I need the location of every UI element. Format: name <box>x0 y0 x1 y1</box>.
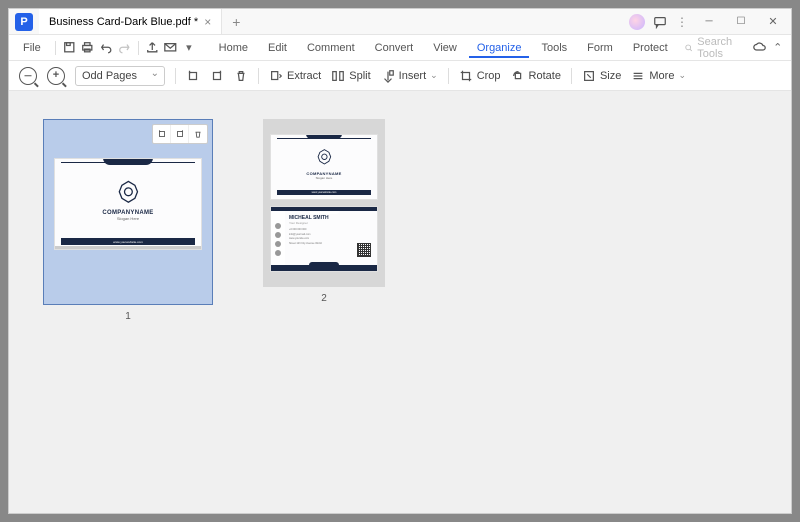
share-icon[interactable] <box>145 39 160 57</box>
size-label: Size <box>600 70 621 82</box>
page-thumbnails-area: COMPANYNAME Slogan Here www.yourwebsite.… <box>9 91 791 513</box>
company-slogan: Slogan Here <box>102 216 153 221</box>
page-rotate-left-icon[interactable] <box>153 125 171 143</box>
rotate-left-button[interactable] <box>186 69 200 83</box>
page-tools-overlay <box>152 124 208 144</box>
minimize-button[interactable]: ─ <box>697 12 721 32</box>
zoom-in-button[interactable] <box>47 67 65 85</box>
delete-button[interactable] <box>234 69 248 83</box>
card-front-large: COMPANYNAME Slogan Here www.yourwebsite.… <box>54 158 202 250</box>
insert-button[interactable]: Insert⌄ <box>381 69 438 83</box>
split-button[interactable]: Split <box>331 69 370 83</box>
extract-button[interactable]: Extract <box>269 69 321 83</box>
phone-icon <box>275 223 281 229</box>
app-window: P Business Card-Dark Blue.pdf * × + ⋮ ─ … <box>8 8 792 514</box>
kebab-menu-icon[interactable]: ⋮ <box>675 15 689 29</box>
menu-edit[interactable]: Edit <box>260 38 295 58</box>
tab-title: Business Card-Dark Blue.pdf * <box>49 16 198 28</box>
menu-protect[interactable]: Protect <box>625 38 676 58</box>
split-label: Split <box>349 70 370 82</box>
page-2-wrap: COMPANYNAME Slogan Here www.yourwebsite.… <box>263 119 385 304</box>
page-filter-value: Odd Pages <box>82 70 137 82</box>
more-label: More <box>649 70 674 82</box>
location-icon <box>275 250 281 256</box>
more-button[interactable]: More⌄ <box>631 69 686 83</box>
menu-convert[interactable]: Convert <box>367 38 422 58</box>
extract-label: Extract <box>287 70 321 82</box>
close-tab-icon[interactable]: × <box>204 15 211 29</box>
size-button[interactable]: Size <box>582 69 621 83</box>
file-menu[interactable]: File <box>15 38 49 58</box>
cloud-icon[interactable] <box>752 39 767 57</box>
ai-sparkle-icon[interactable] <box>629 14 645 30</box>
page-2-thumbnail[interactable]: COMPANYNAME Slogan Here www.yourwebsite.… <box>263 119 385 287</box>
page-1-thumbnail[interactable]: COMPANYNAME Slogan Here www.yourwebsite.… <box>43 119 213 305</box>
page-1-wrap: COMPANYNAME Slogan Here www.yourwebsite.… <box>43 119 213 322</box>
page-delete-icon[interactable] <box>189 125 207 143</box>
page-rotate-right-icon[interactable] <box>171 125 189 143</box>
phone-text: +0 000 000 000 <box>289 228 373 231</box>
document-tab[interactable]: Business Card-Dark Blue.pdf * × <box>39 9 222 34</box>
expand-icon[interactable]: ⌃ <box>770 39 785 57</box>
page-1-number: 1 <box>125 311 131 322</box>
email-card-icon <box>275 232 281 238</box>
email-text: info@yourmail.com <box>289 233 373 236</box>
organize-toolbar: Odd Pages Extract Split Insert⌄ Crop Rot… <box>9 61 791 91</box>
menu-home[interactable]: Home <box>211 38 256 58</box>
new-tab-button[interactable]: + <box>222 14 250 30</box>
card-website: www.yourwebsite.com <box>61 238 195 245</box>
crop-button[interactable]: Crop <box>459 69 501 83</box>
menubar: File ▾ Home Edit Comment Convert View Or… <box>9 35 791 61</box>
card-website-small: www.yourwebsite.com <box>277 190 371 195</box>
search-placeholder: Search Tools <box>697 36 748 60</box>
dropdown-icon[interactable]: ▾ <box>182 39 197 57</box>
web-text: www.yoursite.com <box>289 237 373 240</box>
maximize-button[interactable]: ☐ <box>729 12 753 32</box>
save-icon[interactable] <box>62 39 77 57</box>
insert-label: Insert <box>399 70 427 82</box>
email-icon[interactable] <box>163 39 178 57</box>
web-icon <box>275 241 281 247</box>
menu-comment[interactable]: Comment <box>299 38 363 58</box>
page-filter-dropdown[interactable]: Odd Pages <box>75 66 165 86</box>
crop-label: Crop <box>477 70 501 82</box>
rotate-right-button[interactable] <box>210 69 224 83</box>
titlebar: P Business Card-Dark Blue.pdf * × + ⋮ ─ … <box>9 9 791 35</box>
menu-form[interactable]: Form <box>579 38 621 58</box>
menu-view[interactable]: View <box>425 38 465 58</box>
search-tools[interactable]: Search Tools <box>684 36 748 60</box>
page-2-number: 2 <box>321 293 327 304</box>
rotate-button[interactable]: Rotate <box>511 69 561 83</box>
redo-icon[interactable] <box>117 39 132 57</box>
undo-icon[interactable] <box>99 39 114 57</box>
person-role: Your Designer <box>289 221 373 225</box>
rotate-label: Rotate <box>529 70 561 82</box>
chat-icon[interactable] <box>653 15 667 29</box>
zoom-out-button[interactable] <box>19 67 37 85</box>
menu-organize[interactable]: Organize <box>469 38 530 58</box>
card-back: MICHEAL SMITH Your Designer +0 000 000 0… <box>270 206 378 272</box>
app-icon: P <box>15 13 33 31</box>
company-slogan-small: Slogan Here <box>306 176 341 180</box>
qr-code <box>357 243 371 257</box>
card-front-small: COMPANYNAME Slogan Here www.yourwebsite.… <box>270 134 378 200</box>
close-window-button[interactable]: ✕ <box>761 12 785 32</box>
print-icon[interactable] <box>80 39 95 57</box>
menu-tools[interactable]: Tools <box>533 38 575 58</box>
